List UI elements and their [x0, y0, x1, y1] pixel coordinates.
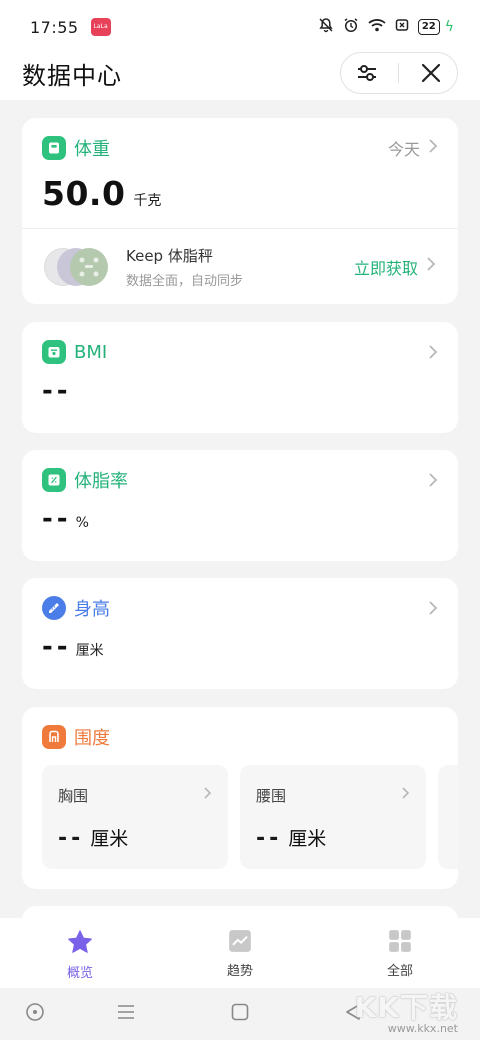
alarm-icon — [343, 17, 359, 37]
waist-girth-card[interactable]: 腰围 -- 厘米 — [240, 765, 426, 869]
body-scale-image — [44, 245, 108, 289]
body-fat-value: -- — [42, 504, 72, 534]
page-title: 数据中心 — [22, 61, 122, 90]
menu-icon — [118, 1005, 134, 1019]
waist-value-row: -- 厘米 — [256, 824, 410, 851]
bmi-icon — [42, 340, 66, 364]
bmi-title: BMI — [74, 341, 108, 363]
next-card — [22, 906, 458, 918]
tab-all[interactable]: 全部 — [320, 918, 480, 988]
body-fat-icon — [42, 468, 66, 492]
keep-scale-promo[interactable]: Keep 体脂秤 数据全面，自动同步 立即获取 — [22, 228, 458, 304]
weight-card[interactable]: 体重 今天 50.0 千克 Keep 体脂秤 数据全面，自动同步 立即获取 — [22, 118, 458, 304]
height-title: 身高 — [74, 599, 110, 620]
height-unit: 厘米 — [75, 643, 104, 659]
mini-program-capsule — [340, 52, 458, 94]
circle-dot-icon — [26, 1003, 44, 1021]
close-icon — [422, 63, 441, 83]
chevron-right-icon — [203, 785, 212, 804]
body-fat-unit: % — [75, 515, 89, 531]
grid-icon — [389, 930, 411, 952]
weight-value: 50.0 — [42, 174, 126, 213]
battery-icon: 22 — [417, 19, 440, 35]
girth-items[interactable]: 胸围 -- 厘米 腰围 -- 厘米 — [42, 765, 458, 869]
bottom-nav: 概览 趋势 全部 — [0, 918, 480, 988]
sliders-icon — [357, 65, 376, 81]
height-card-header: 身高 — [22, 578, 458, 638]
girth-card-header: 围度 — [22, 707, 458, 767]
weight-date-label: 今天 — [387, 140, 420, 159]
chevron-right-icon — [428, 600, 438, 616]
recents-button[interactable] — [116, 1002, 136, 1026]
body-fat-card-header: 体脂率 — [22, 450, 458, 510]
get-now-link[interactable]: 立即获取 — [354, 255, 436, 279]
assistant-button[interactable] — [25, 1002, 45, 1026]
wifi-icon — [368, 18, 386, 36]
back-triangle-icon — [346, 1004, 360, 1020]
mute-bell-icon — [318, 17, 334, 37]
status-time: 17:55 — [30, 17, 79, 37]
tab-all-label: 全部 — [386, 964, 413, 979]
sim-icon — [395, 18, 409, 36]
bmi-value-row: -- — [22, 376, 458, 406]
tab-overview-label: 概览 — [66, 966, 93, 981]
weight-unit: 千克 — [133, 193, 162, 209]
body-fat-value-row: -- % — [22, 504, 458, 534]
height-value: -- — [42, 632, 72, 662]
bmi-card[interactable]: BMI -- — [22, 322, 458, 433]
get-now-label: 立即获取 — [353, 258, 418, 278]
square-icon — [231, 1003, 249, 1021]
bmi-card-header: BMI — [22, 322, 458, 382]
chevron-right-icon — [428, 344, 438, 360]
waist-value: -- — [256, 826, 283, 851]
girth-icon — [42, 725, 66, 749]
height-ruler-icon — [42, 596, 66, 620]
body-fat-card[interactable]: 体脂率 -- % — [22, 450, 458, 561]
charging-icon: ϟ — [444, 19, 454, 35]
chevron-right-icon — [428, 472, 438, 488]
chest-value: -- — [58, 826, 85, 851]
tab-overview[interactable]: 概览 — [0, 918, 160, 988]
bmi-value: -- — [42, 376, 72, 406]
keep-subtitle: 数据全面，自动同步 — [126, 273, 244, 289]
weight-icon — [42, 136, 66, 160]
next-girth-card[interactable] — [438, 765, 458, 869]
chest-label: 胸围 — [58, 787, 89, 805]
star-icon — [68, 930, 92, 953]
chevron-right-icon — [426, 256, 436, 277]
weight-value-row: 50.0 千克 — [22, 174, 458, 213]
close-button[interactable] — [411, 53, 451, 93]
back-button[interactable] — [344, 1002, 362, 1026]
chest-girth-card[interactable]: 胸围 -- 厘米 — [42, 765, 228, 869]
body-fat-title: 体脂率 — [74, 471, 128, 492]
girth-card: 围度 胸围 -- 厘米 腰围 -- 厘米 — [22, 707, 458, 889]
waist-unit: 厘米 — [288, 828, 327, 850]
height-value-row: -- 厘米 — [22, 632, 458, 662]
keep-name: Keep 体脂秤 — [126, 246, 213, 265]
settings-button[interactable] — [347, 53, 387, 93]
chest-unit: 厘米 — [90, 828, 129, 850]
capsule-divider — [398, 63, 400, 83]
trend-chart-icon — [229, 930, 251, 952]
chevron-right-icon — [401, 785, 410, 804]
chest-value-row: -- 厘米 — [58, 824, 212, 851]
weight-title: 体重 — [74, 139, 110, 160]
chevron-right-icon — [428, 138, 438, 159]
tab-trend[interactable]: 趋势 — [160, 918, 320, 988]
tab-trend-label: 趋势 — [226, 964, 253, 979]
waist-label: 腰围 — [256, 787, 287, 805]
app-notification-icon: LaLa — [90, 18, 111, 36]
system-nav-bar — [0, 988, 480, 1040]
height-card[interactable]: 身高 -- 厘米 — [22, 578, 458, 689]
girth-title: 围度 — [74, 728, 110, 749]
content-scroll[interactable]: 体重 今天 50.0 千克 Keep 体脂秤 数据全面，自动同步 立即获取 BM… — [0, 100, 480, 918]
weight-date-selector[interactable]: 今天 — [388, 136, 438, 160]
header: 数据中心 — [0, 46, 480, 100]
weight-card-header[interactable]: 体重 今天 — [22, 118, 458, 178]
home-button[interactable] — [230, 1002, 250, 1026]
keep-text: Keep 体脂秤 数据全面，自动同步 — [126, 245, 243, 289]
